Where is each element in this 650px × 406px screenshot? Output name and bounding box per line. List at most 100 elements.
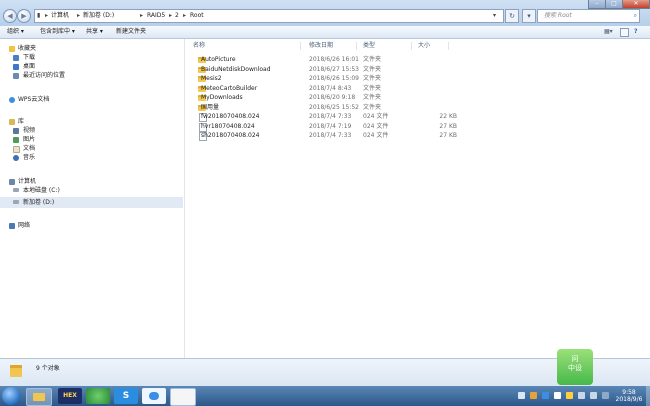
app-button-s[interactable]: S — [114, 388, 138, 404]
picture-icon — [13, 137, 19, 143]
file-row[interactable]: 国用量 2018/6/25 15:52 文件夹 — [195, 103, 465, 112]
refresh-icon[interactable]: ↻ — [505, 9, 519, 23]
tray-chevron-icon[interactable] — [518, 392, 525, 399]
tray-flag-icon[interactable] — [566, 392, 573, 399]
folder-icon: ▮ — [37, 12, 41, 19]
share-button[interactable]: 共享 ▾ — [86, 28, 103, 36]
file-modified: 2018/7/4 7:33 — [309, 132, 352, 139]
address-bar[interactable]: ▮ ▸ 计算机 ▸ 新加卷 (D:) ▸ RAID5 ▸ 2 ▸ Root ▾ — [34, 9, 504, 23]
tray-app-icon[interactable] — [542, 392, 549, 399]
file-row[interactable]: BaiduNetdiskDownload 2018/6/27 15:53 文件夹 — [195, 65, 465, 74]
hex-app-label: HEX — [63, 392, 77, 399]
library-icon — [9, 119, 15, 125]
file-row[interactable]: AutoPicture 2018/6/26 16:01 文件夹 — [195, 55, 465, 64]
nav-wps-cloud[interactable]: WPS云文档 — [18, 96, 49, 104]
minimize-button[interactable]: – — [588, 0, 606, 9]
network-tray-icon[interactable] — [578, 392, 585, 399]
file-type: 文件夹 — [363, 56, 382, 63]
organize-button[interactable]: 组织 ▾ — [7, 28, 24, 36]
file-row[interactable]: MeteoCartoBuilder 2018/7/4 8:43 文件夹 — [195, 84, 465, 93]
hex-app-button[interactable]: HEX — [58, 388, 82, 404]
file-modified: 2018/6/26 16:01 — [309, 56, 359, 63]
nav-new-volume-d[interactable]: 新加卷 (D:) — [23, 199, 54, 207]
breadcrumb-2[interactable]: 2 — [175, 11, 179, 21]
file-name: hvr18070408.024 — [201, 122, 255, 130]
show-desktop-button[interactable] — [646, 386, 650, 406]
nav-documents[interactable]: 文档 — [23, 145, 35, 153]
tray-app-icon[interactable] — [530, 392, 537, 399]
tray-app-icon[interactable] — [554, 392, 561, 399]
nav-desktop[interactable]: 桌面 — [23, 63, 35, 71]
start-button[interactable] — [2, 387, 20, 405]
navigation-pane: 收藏夹 下载 桌面 最近访问的位置 WPS云文档 库 视频 图片 文档 音乐 计… — [0, 39, 185, 358]
recent-locations-icon[interactable]: ▾ — [522, 9, 536, 23]
chevron-right-icon[interactable]: ▸ — [77, 11, 80, 21]
nav-videos[interactable]: 视频 — [23, 127, 35, 135]
file-name: AutoPicture — [201, 56, 236, 63]
new-folder-button[interactable]: 新建文件夹 — [116, 28, 146, 36]
nav-pictures[interactable]: 图片 — [23, 136, 35, 144]
cloud-icon — [149, 392, 159, 400]
view-options-icon[interactable]: ▦▾ — [604, 28, 613, 36]
explorer-taskbar-button[interactable] — [26, 388, 52, 406]
column-header-size[interactable]: 大小 — [418, 42, 430, 50]
include-in-library-button[interactable]: 包含到库中 ▾ — [40, 28, 75, 36]
file-type: 024 文件 — [363, 122, 389, 130]
network-icon — [9, 223, 15, 229]
chevron-down-icon[interactable]: ▾ — [493, 11, 496, 21]
column-header-name[interactable]: 名称 — [193, 42, 205, 50]
file-row[interactable]: hvr18070408.024 2018/7/4 7:19 024 文件 27 KB — [195, 122, 465, 132]
file-row[interactable]: fw2018070408.024 2018/7/4 7:33 024 文件 22 KB — [195, 112, 465, 122]
file-row[interactable]: MyDownloads 2018/6/20 9:18 文件夹 — [195, 93, 465, 102]
clock[interactable]: 9:58 2018/9/6 — [614, 389, 644, 403]
clock-date: 2018/9/6 — [615, 396, 643, 403]
baidu-netdisk-button[interactable] — [142, 388, 166, 404]
item-count: 9 个对象 — [36, 365, 60, 372]
file-name: fw2018070408.024 — [201, 113, 260, 120]
hard-drive-icon — [13, 200, 19, 204]
search-placeholder: 搜索 Root — [544, 12, 572, 19]
file-modified: 2018/6/27 15:53 — [309, 65, 359, 73]
chevron-right-icon[interactable]: ▸ — [140, 11, 143, 21]
input-method-icon[interactable] — [602, 392, 609, 399]
nav-local-disk-c[interactable]: 本地磁盘 (C:) — [23, 187, 60, 195]
recent-places-icon — [13, 73, 19, 79]
file-row[interactable]: sh2018070408.024 2018/7/4 7:33 024 文件 27 KB — [195, 131, 465, 141]
column-header-modified[interactable]: 修改日期 — [309, 42, 333, 50]
app-button-globe[interactable] — [86, 388, 110, 404]
cloud-icon — [9, 97, 15, 103]
file-name: MeteoCartoBuilder — [201, 84, 258, 92]
file-row[interactable]: Mesis2 2018/6/26 15:09 文件夹 — [195, 74, 465, 83]
breadcrumb-new-volume[interactable]: 新加卷 (D:) — [83, 11, 114, 21]
nav-network[interactable]: 网络 — [18, 222, 30, 230]
column-divider[interactable] — [448, 42, 449, 50]
column-header-type[interactable]: 类型 — [363, 42, 375, 50]
nav-libraries[interactable]: 库 — [18, 118, 24, 126]
back-arrow-icon[interactable]: ◀ — [3, 9, 17, 23]
nav-computer[interactable]: 计算机 — [18, 178, 36, 186]
search-input[interactable]: 搜索 Root ⌕ — [537, 9, 640, 23]
column-divider[interactable] — [411, 42, 412, 50]
maximize-button[interactable]: □ — [605, 0, 623, 9]
column-divider[interactable] — [356, 42, 357, 50]
preview-pane-icon[interactable] — [620, 28, 629, 37]
chevron-right-icon[interactable]: ▸ — [183, 11, 186, 21]
breadcrumb-root[interactable]: Root — [190, 11, 204, 21]
chevron-right-icon[interactable]: ▸ — [169, 11, 172, 21]
breadcrumb-computer[interactable]: 计算机 — [51, 11, 69, 21]
nav-favorites[interactable]: 收藏夹 — [18, 45, 36, 53]
breadcrumb-raid5[interactable]: RAID5 — [147, 11, 165, 21]
volume-icon[interactable] — [590, 392, 597, 399]
close-button[interactable]: ✕ — [622, 0, 650, 9]
column-divider[interactable] — [300, 42, 301, 50]
file-modified: 2018/6/26 15:09 — [309, 75, 359, 82]
nav-downloads[interactable]: 下载 — [23, 54, 35, 62]
help-icon[interactable]: ? — [634, 28, 637, 36]
forward-arrow-icon[interactable]: ▶ — [17, 9, 31, 23]
file-name: Mesis2 — [201, 75, 222, 82]
nav-recent[interactable]: 最近访问的位置 — [23, 72, 65, 80]
file-modified: 2018/6/20 9:18 — [309, 94, 356, 101]
nav-music[interactable]: 音乐 — [23, 154, 35, 162]
app-button-window[interactable] — [170, 388, 196, 406]
file-type: 024 文件 — [363, 113, 389, 120]
